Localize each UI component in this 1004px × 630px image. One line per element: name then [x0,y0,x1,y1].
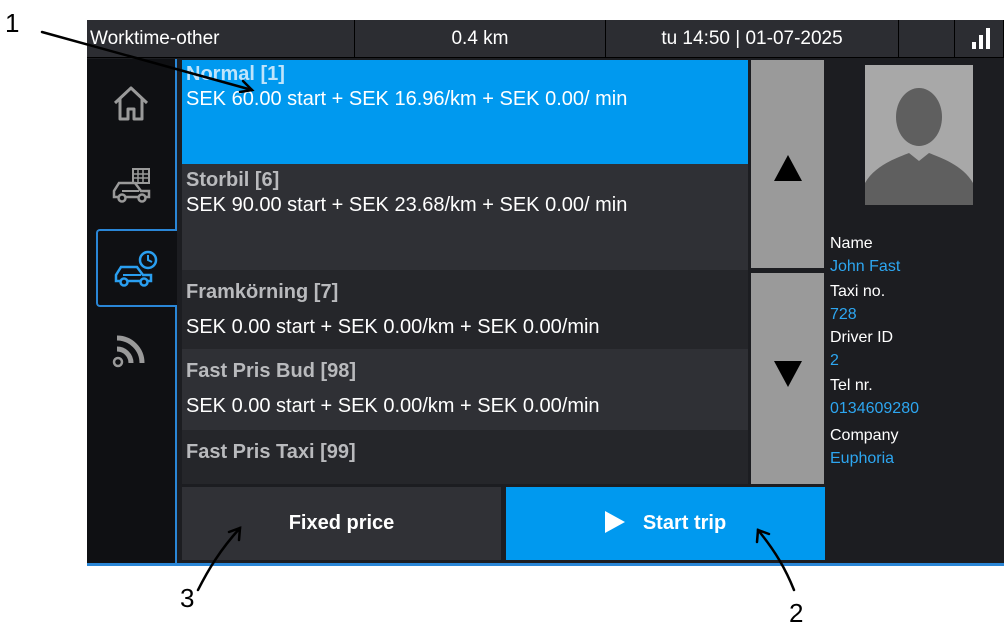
tariff-title: Storbil [6] [186,169,280,191]
tariff-title: Fast Pris Taxi [99] [186,441,356,463]
start-trip-label: Start trip [642,512,727,534]
tariff-title: Fast Pris Bud [98] [186,360,357,382]
sidebar-item-connection[interactable] [87,311,173,389]
callout-1: 1 [5,8,20,38]
callout-3: 3 [180,583,195,613]
status-bar: Worktime-other 0.4 km tu 14:50 | 01-07-2… [87,20,1004,58]
date-time-readout: tu 14:50 | 01-07-2025 [606,20,899,58]
scroll-up-button[interactable] [751,60,824,268]
device-bottom-border [87,563,1004,566]
start-trip-button[interactable]: Start trip [506,487,825,560]
tariff-row-normal[interactable]: Normal [1] SEK 60.00 start + SEK 16.96/k… [182,60,748,164]
tariff-list: Normal [1] SEK 60.00 start + SEK 16.96/k… [182,60,748,484]
tariff-description: SEK 0.00 start + SEK 0.00/km + SEK 0.00/… [186,316,600,338]
avatar [865,65,973,205]
sidebar-nav [87,59,177,565]
fixed-price-label: Fixed price [288,512,395,534]
triangle-down-icon [774,361,802,387]
tariff-row-fast-pris-bud[interactable]: Fast Pris Bud [98] SEK 0.00 start + SEK … [182,349,748,430]
taxi-no-value: 728 [830,306,857,323]
company-value: Euphoria [830,450,895,467]
tariff-title: Framkörning [7] [186,281,339,303]
taxi-no-label: Taxi no. [830,283,886,300]
driver-id-label: Driver ID [830,329,894,346]
driver-info-panel: Name John Fast Taxi no. 728 Driver ID 2 … [827,60,1004,565]
callout-2: 2 [789,598,804,628]
driver-name-label: Name [830,235,873,252]
signal-status [955,20,1004,58]
wifi-signal-icon [112,335,145,368]
tariff-description: SEK 90.00 start + SEK 23.68/km + SEK 0.0… [186,194,628,216]
tel-value: 0134609280 [830,400,919,417]
driver-id-value: 2 [830,352,839,369]
sidebar-item-taxi-time[interactable] [96,229,177,307]
tariff-row-fast-pris-taxi[interactable]: Fast Pris Taxi [99] [182,430,748,484]
tariff-row-framkorning[interactable]: Framkörning [7] SEK 0.00 start + SEK 0.0… [182,270,748,349]
scroll-down-button[interactable] [751,273,824,484]
company-label: Company [830,427,899,444]
play-icon [604,510,625,533]
home-icon [113,86,149,121]
distance-readout: 0.4 km [355,20,606,58]
tariff-title: Normal [1] [186,63,285,85]
tariff-description: SEK 0.00 start + SEK 0.00/km + SEK 0.00/… [186,395,600,417]
driver-name-value: John Fast [830,258,901,275]
work-mode-status[interactable]: Worktime-other [87,20,355,58]
fixed-price-button[interactable]: Fixed price [182,487,501,560]
tariff-description: SEK 60.00 start + SEK 16.96/km + SEK 0.0… [186,88,628,110]
person-silhouette-icon [865,88,973,205]
sidebar-item-taxi-meter[interactable] [87,149,173,227]
sidebar-item-home[interactable] [87,65,173,143]
tel-label: Tel nr. [830,377,873,394]
tariff-row-storbil[interactable]: Storbil [6] SEK 90.00 start + SEK 23.68/… [182,164,748,270]
signal-bars-icon [972,28,990,49]
taxi-meter-icon [112,168,151,203]
taxi-clock-icon [114,250,158,287]
taxi-meter-screen: Worktime-other 0.4 km tu 14:50 | 01-07-2… [87,20,1004,565]
status-empty-cell [899,20,955,58]
triangle-up-icon [774,155,802,181]
